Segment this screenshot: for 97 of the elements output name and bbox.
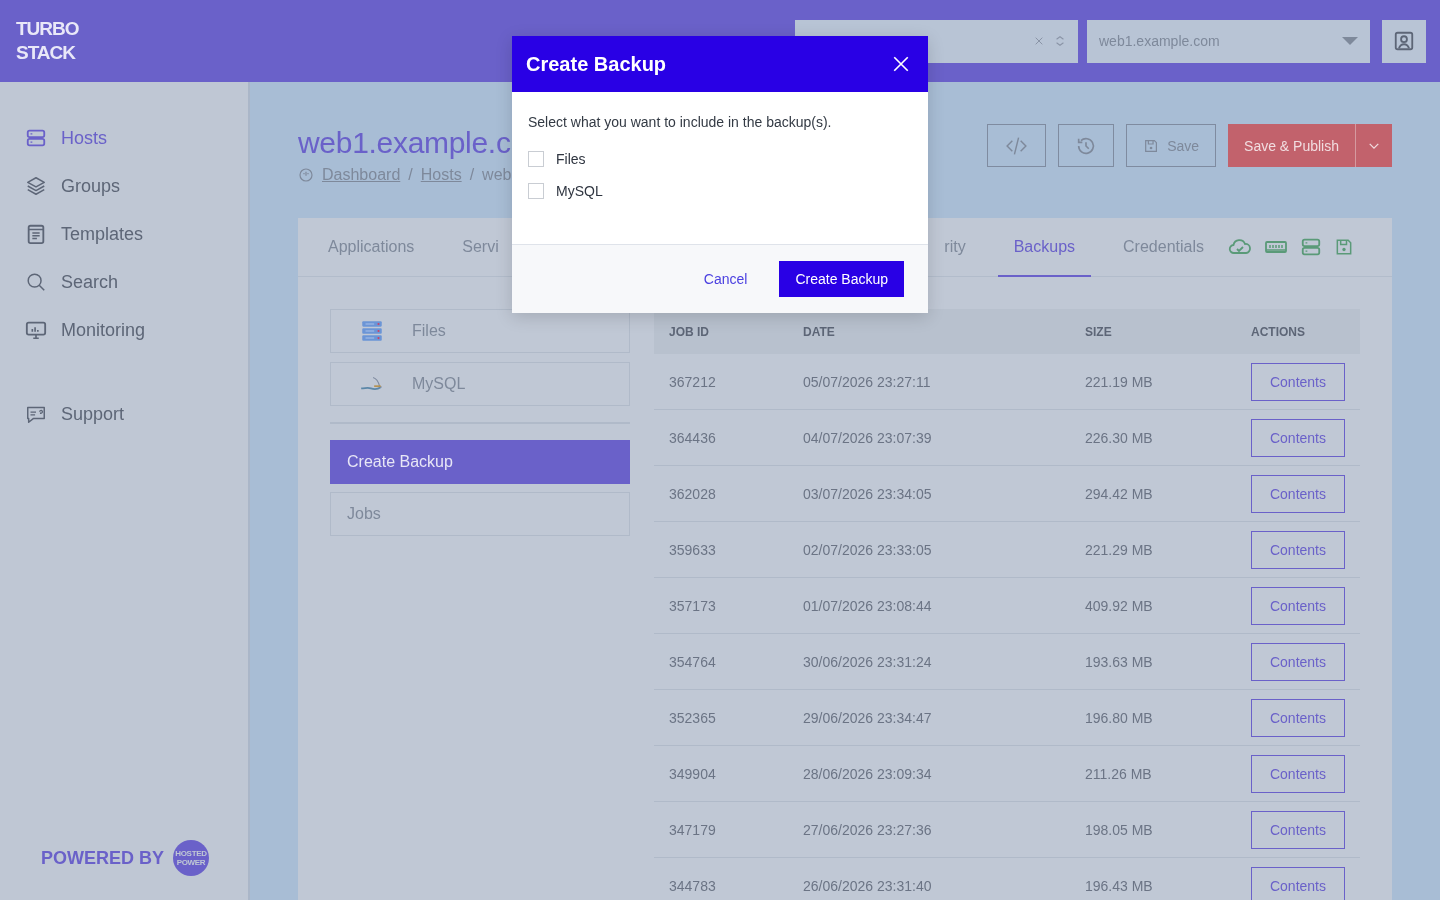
breadcrumb-separator: / bbox=[408, 166, 413, 184]
column-header: DATE bbox=[803, 324, 836, 339]
table-cell-text: 05/07/2026 23:27:11 bbox=[803, 373, 932, 390]
breadcrumb-separator: / bbox=[469, 166, 475, 184]
floppy-disk-icon bbox=[1334, 237, 1354, 257]
column-header: SIZE bbox=[1085, 324, 1113, 339]
table-cell-text: 196.43 MB bbox=[1085, 877, 1154, 894]
table-cell-text: 344783 bbox=[669, 877, 717, 894]
checkbox-label[interactable]: MySQL bbox=[556, 183, 603, 199]
table-cell-text: 193.63 MB bbox=[1085, 653, 1154, 670]
table-cell-text: 359633 bbox=[669, 541, 717, 558]
contents-button[interactable]: Contents bbox=[1251, 586, 1345, 625]
dialog-title: Create Backup bbox=[526, 52, 667, 76]
backup-menu-item[interactable]: Create Backup bbox=[330, 440, 630, 484]
table-cell-text: 362028 bbox=[669, 485, 717, 502]
table-cell-text: 03/07/2026 23:34:05 bbox=[803, 485, 933, 502]
cancel-button[interactable]: Cancel bbox=[687, 263, 764, 295]
backup-type-item: MySQL bbox=[330, 362, 630, 406]
table-cell-text: 221.29 MB bbox=[1085, 541, 1154, 558]
breadcrumb-link[interactable]: Hosts bbox=[420, 166, 462, 184]
table-cell-text: 354764 bbox=[669, 653, 717, 670]
table-cell-text: 211.26 MB bbox=[1085, 765, 1153, 782]
monitor-chart-icon bbox=[25, 319, 47, 341]
checkbox-label[interactable]: Files bbox=[556, 151, 586, 167]
table-cell-text: 409.92 MB bbox=[1085, 597, 1154, 614]
table-cell-text: 28/06/2026 23:09:34 bbox=[803, 765, 933, 782]
table-cell-text: 26/06/2026 23:31:40 bbox=[803, 877, 933, 894]
sidebar-item[interactable]: Search bbox=[0, 258, 248, 306]
table-cell-text: 226.30 MB bbox=[1085, 429, 1154, 446]
chevron-down-icon bbox=[1368, 141, 1380, 150]
table-cell-text: 221.19 MB bbox=[1085, 373, 1154, 390]
table-cell-text: 367212 bbox=[669, 373, 717, 390]
layers-icon bbox=[25, 175, 47, 197]
user-button[interactable] bbox=[1382, 19, 1426, 63]
turbo-stack-logo[interactable]: TURBO STACK bbox=[16, 17, 79, 65]
contents-button[interactable]: Contents bbox=[1251, 418, 1345, 457]
table-cell-text: 02/07/2026 23:33:05 bbox=[803, 541, 933, 558]
contents-button[interactable]: Contents bbox=[1251, 362, 1345, 401]
sidebar-item[interactable]: Groups bbox=[0, 162, 248, 210]
close-icon bbox=[892, 55, 910, 73]
table-cell-text: 352365 bbox=[669, 709, 717, 726]
sidebar-item[interactable]: Support bbox=[0, 390, 248, 438]
checkbox[interactable] bbox=[528, 183, 544, 199]
up-down-icon bbox=[1054, 34, 1066, 48]
dropdown-caret-icon bbox=[1342, 37, 1358, 45]
table-cell-text: 196.80 MB bbox=[1085, 709, 1154, 726]
table-cell-text: 364436 bbox=[669, 429, 717, 446]
create-backup-button[interactable]: Create Backup bbox=[779, 261, 904, 297]
user-icon bbox=[1393, 30, 1415, 52]
clear-icon bbox=[1034, 36, 1044, 46]
tab[interactable]: Applications bbox=[312, 218, 431, 277]
table-cell-text: 347179 bbox=[669, 821, 717, 838]
server-icon bbox=[25, 127, 47, 149]
table-cell-text: 29/06/2026 23:34:47 bbox=[803, 709, 933, 726]
tab[interactable]: Backups bbox=[997, 218, 1092, 277]
table-cell-text: 04/07/2026 23:07:39 bbox=[803, 429, 933, 446]
checkbox[interactable] bbox=[528, 151, 544, 167]
sidebar-item[interactable]: Monitoring bbox=[0, 306, 248, 354]
contents-button[interactable]: Contents bbox=[1251, 698, 1345, 737]
contents-button[interactable]: Contents bbox=[1251, 530, 1345, 569]
search-icon bbox=[25, 271, 47, 293]
dialog-message: Select what you want to include in the backup(s). bbox=[528, 114, 833, 130]
save-publish-button[interactable]: Save & Publish bbox=[1228, 124, 1355, 167]
sidebar-item[interactable]: Templates bbox=[0, 210, 248, 258]
contents-button[interactable]: Contents bbox=[1251, 474, 1345, 513]
column-header: JOB ID bbox=[669, 324, 710, 339]
tab[interactable]: rity bbox=[928, 218, 982, 277]
tab[interactable]: Credentials bbox=[1107, 218, 1220, 277]
powered-by-label: POWERED BY bbox=[41, 847, 164, 869]
document-icon bbox=[25, 223, 47, 245]
breadcrumb-link[interactable]: Dashboard bbox=[322, 166, 401, 184]
hosted-power-logo[interactable]: HOSTED POWER bbox=[173, 840, 209, 876]
page-title: web1.example.c bbox=[298, 125, 512, 161]
contents-button[interactable]: Contents bbox=[1251, 866, 1345, 900]
publish-menu-button[interactable] bbox=[1355, 124, 1392, 167]
contents-button[interactable]: Contents bbox=[1251, 810, 1345, 849]
contents-button[interactable]: Contents bbox=[1251, 754, 1345, 793]
column-header: ACTIONS bbox=[1251, 324, 1306, 339]
table-cell-text: 27/06/2026 23:27:36 bbox=[803, 821, 933, 838]
sidebar-item[interactable]: Hosts bbox=[0, 114, 248, 162]
code-button[interactable] bbox=[987, 124, 1047, 167]
table-cell-text: 30/06/2026 23:31:24 bbox=[803, 653, 933, 670]
table-cell-text: 294.42 MB bbox=[1085, 485, 1154, 502]
close-button[interactable] bbox=[892, 55, 910, 73]
gauge-icon bbox=[298, 167, 314, 183]
contents-button[interactable]: Contents bbox=[1251, 642, 1345, 681]
server-select[interactable]: web1.example.com bbox=[1087, 19, 1370, 63]
tab[interactable]: Servi bbox=[446, 218, 515, 277]
history-button[interactable] bbox=[1058, 124, 1115, 167]
server-icon bbox=[1300, 236, 1322, 258]
backup-menu-item[interactable]: Jobs bbox=[330, 492, 630, 536]
table-cell-text: 349904 bbox=[669, 765, 717, 782]
table-cell-text: 357173 bbox=[669, 597, 717, 614]
table-cell-text: 198.05 MB bbox=[1085, 821, 1154, 838]
table-cell-text: 01/07/2026 23:08:44 bbox=[803, 597, 933, 614]
save-button[interactable]: Save bbox=[1126, 124, 1217, 167]
breadcrumb-current: web bbox=[482, 166, 512, 184]
